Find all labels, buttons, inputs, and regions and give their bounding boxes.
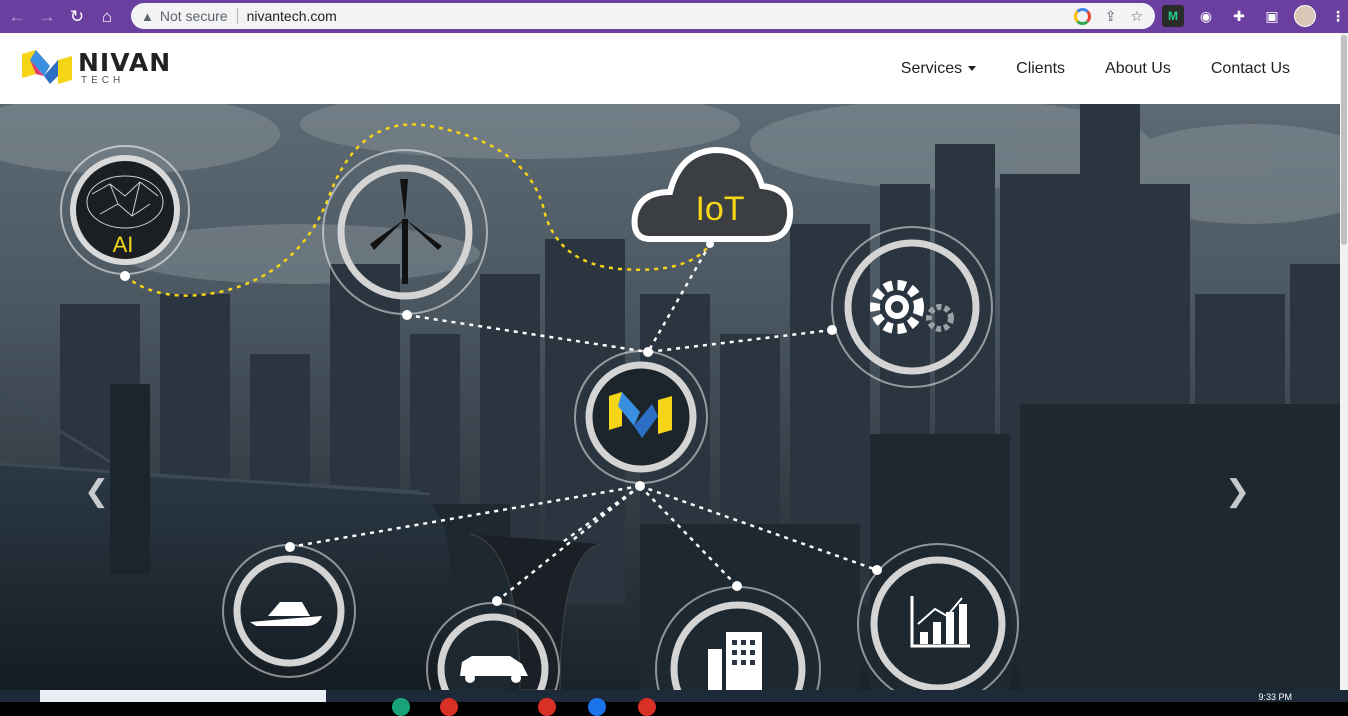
omnibox-divider <box>236 8 238 24</box>
address-bar[interactable]: ▲ Not secure nivantech.com ⇪ ☆ <box>131 3 1155 29</box>
carousel-next-icon[interactable]: ❯ <box>1225 474 1250 509</box>
bookmark-star-icon[interactable]: ☆ <box>1130 8 1143 25</box>
side-panel-icon[interactable]: ▣ <box>1261 5 1283 27</box>
taskbar-app-icon[interactable] <box>638 698 656 716</box>
nivan-hub-node <box>574 350 708 484</box>
nav-clients[interactable]: Clients <box>1016 60 1065 78</box>
nav-services-label: Services <box>900 59 963 77</box>
hero-illustration: AI IoT <box>0 104 1340 690</box>
carousel-prev-icon[interactable]: ❮ <box>84 474 109 509</box>
os-taskbar: 9:33 PM <box>0 690 1348 716</box>
warning-icon: ▲ <box>141 8 154 24</box>
extension-reader-icon[interactable]: ◉ <box>1195 5 1217 27</box>
site-logo[interactable]: NIVAN TECH <box>22 50 171 86</box>
bridge-tower <box>110 384 150 574</box>
taskbar-app-window[interactable] <box>40 690 326 702</box>
extension-m-icon[interactable]: M <box>1162 5 1184 27</box>
home-icon[interactable]: ⌂ <box>92 2 122 32</box>
logo-name: NIVAN <box>78 48 172 77</box>
hero-carousel: AI IoT ❮ ❯ <box>0 104 1340 690</box>
site-header: NIVAN TECH Services Clients About Us Con… <box>0 33 1340 104</box>
nav-contact[interactable]: Contact Us <box>1211 60 1290 78</box>
nav-about[interactable]: About Us <box>1105 60 1171 78</box>
scrollbar-thumb[interactable] <box>1341 35 1347 245</box>
reload-icon[interactable]: ↻ <box>62 2 92 32</box>
menu-kebab-icon[interactable]: ⋮ <box>1327 5 1348 27</box>
taskbar-clock: 9:33 PM <box>1258 692 1292 702</box>
share-icon[interactable]: ⇪ <box>1105 8 1117 25</box>
taskbar-app-icon[interactable] <box>392 698 410 716</box>
ai-brain-node: AI <box>60 145 190 275</box>
back-icon[interactable]: ← <box>2 2 32 32</box>
security-label: Not secure <box>159 8 228 24</box>
browser-toolbar: ← → ↻ ⌂ ▲ Not secure nivantech.com ⇪ ☆ M… <box>0 0 1348 33</box>
taskbar-app-icon[interactable] <box>538 698 556 716</box>
taskbar-app-icon[interactable] <box>588 698 606 716</box>
taskbar-app-icon[interactable] <box>440 698 458 716</box>
iot-label: IoT <box>695 190 744 228</box>
page-scrollbar[interactable] <box>1340 33 1348 690</box>
caret-down-icon <box>968 66 977 71</box>
google-lens-icon[interactable] <box>1073 7 1091 25</box>
extensions-puzzle-icon[interactable]: ✚ <box>1228 5 1250 27</box>
logo-sub: TECH <box>81 75 125 86</box>
url-text[interactable]: nivantech.com <box>247 8 337 24</box>
ai-label: AI <box>113 232 134 257</box>
river <box>0 464 452 690</box>
main-nav: Services Clients About Us Contact Us <box>901 33 1290 104</box>
nivan-logo-icon <box>22 50 72 84</box>
nav-services[interactable]: Services <box>900 59 977 78</box>
forward-icon[interactable]: → <box>32 2 62 32</box>
profile-avatar[interactable] <box>1294 5 1316 27</box>
